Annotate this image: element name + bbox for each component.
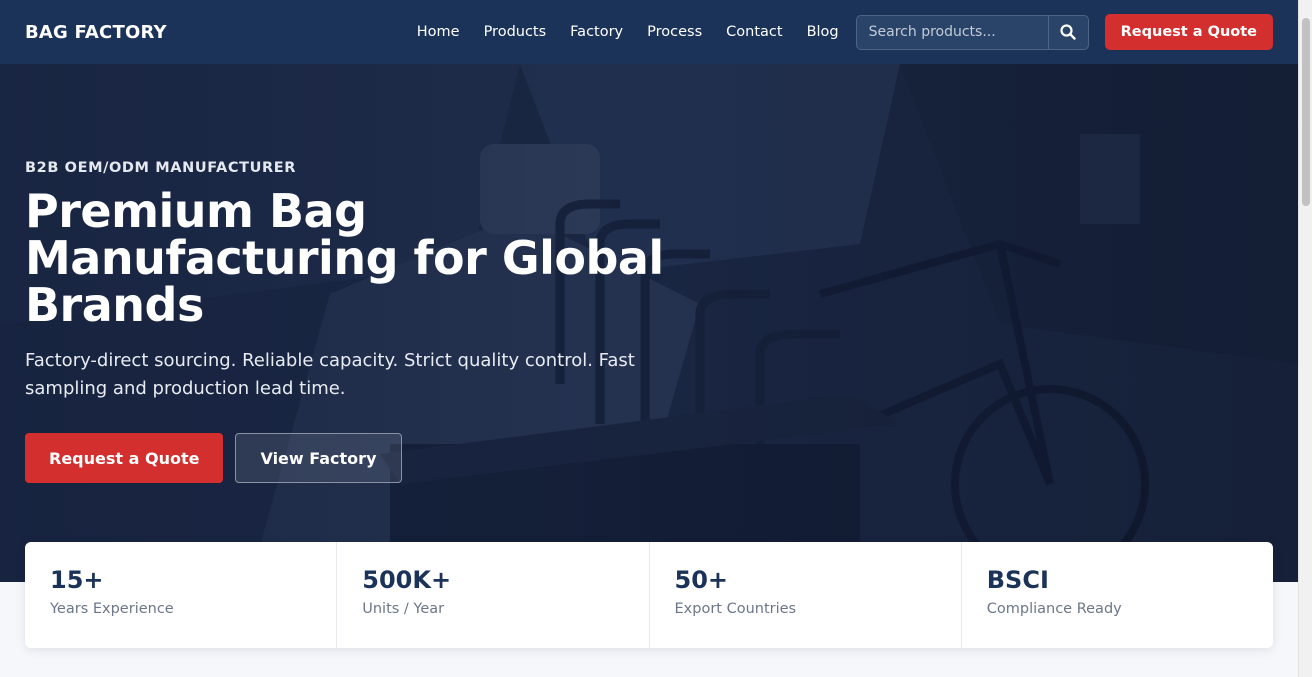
hero-eyebrow: B2B OEM/ODM MANUFACTURER	[25, 160, 297, 176]
stat-label: Export Countries	[674, 601, 797, 617]
hero-content: B2B OEM/ODM MANUFACTURER Premium Bag Man…	[25, 160, 725, 483]
stat-label: Years Experience	[50, 601, 174, 617]
stat-card: 50+ Export Countries	[648, 542, 961, 648]
stat-card: BSCI Compliance Ready	[960, 542, 1273, 648]
stat-value: 500K+	[362, 566, 452, 594]
stat-label: Compliance Ready	[986, 601, 1122, 617]
page: BAG FACTORY Home Products Factory Proces…	[0, 0, 1312, 677]
nav-factory[interactable]: Factory	[570, 24, 623, 40]
view-factory-button[interactable]: View Factory	[235, 433, 402, 483]
search-icon	[1060, 24, 1076, 40]
nav-products[interactable]: Products	[484, 24, 547, 40]
stat-value: 15+	[50, 566, 104, 594]
hero-request-quote-button[interactable]: Request a Quote	[25, 433, 224, 483]
site-header: BAG FACTORY Home Products Factory Proces…	[0, 0, 1298, 64]
stats-bar: 15+ Years Experience 500K+ Units / Year …	[25, 542, 1273, 648]
search-input[interactable]	[855, 14, 1048, 50]
hero-section: B2B OEM/ODM MANUFACTURER Premium Bag Man…	[0, 64, 1298, 582]
hero-actions: Request a Quote View Factory	[25, 433, 725, 483]
search-button[interactable]	[1047, 14, 1089, 50]
stat-card: 15+ Years Experience	[25, 542, 336, 648]
brand-logo[interactable]: BAG FACTORY	[25, 22, 167, 43]
nav-contact[interactable]: Contact	[726, 24, 782, 40]
stat-value: 50+	[674, 566, 729, 594]
stat-value: BSCI	[986, 566, 1049, 594]
request-quote-button[interactable]: Request a Quote	[1104, 14, 1273, 50]
stat-label: Units / Year	[362, 601, 445, 617]
nav-process[interactable]: Process	[647, 24, 702, 40]
hero-title: Premium Bag Manufacturing for Global Bra…	[25, 184, 664, 332]
scrollbar-thumb[interactable]	[1302, 18, 1310, 206]
hero-subtitle: Factory-direct sourcing. Reliable capaci…	[25, 350, 635, 399]
nav-blog[interactable]: Blog	[807, 24, 839, 40]
search-bar	[855, 14, 1089, 50]
page-scrollbar[interactable]	[1298, 0, 1312, 677]
main-nav: Home Products Factory Process Contact Bl…	[417, 24, 839, 40]
stat-card: 500K+ Units / Year	[336, 542, 648, 648]
nav-home[interactable]: Home	[417, 24, 460, 40]
